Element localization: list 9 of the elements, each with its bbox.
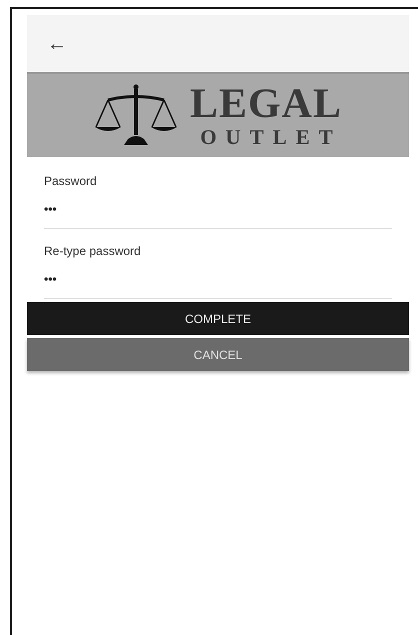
password-field[interactable]: •••	[44, 189, 392, 229]
field-label: Password	[44, 173, 98, 189]
logo-subtitle: OUTLET	[200, 127, 342, 148]
cancel-button[interactable]: CANCEL	[27, 338, 409, 371]
back-button[interactable]: ←	[47, 34, 67, 54]
logo-title: LEGAL	[190, 83, 342, 125]
password-field[interactable]: •••	[44, 259, 392, 299]
field-label: Re-type password	[44, 243, 142, 259]
complete-button[interactable]: COMPLETE	[27, 302, 409, 335]
